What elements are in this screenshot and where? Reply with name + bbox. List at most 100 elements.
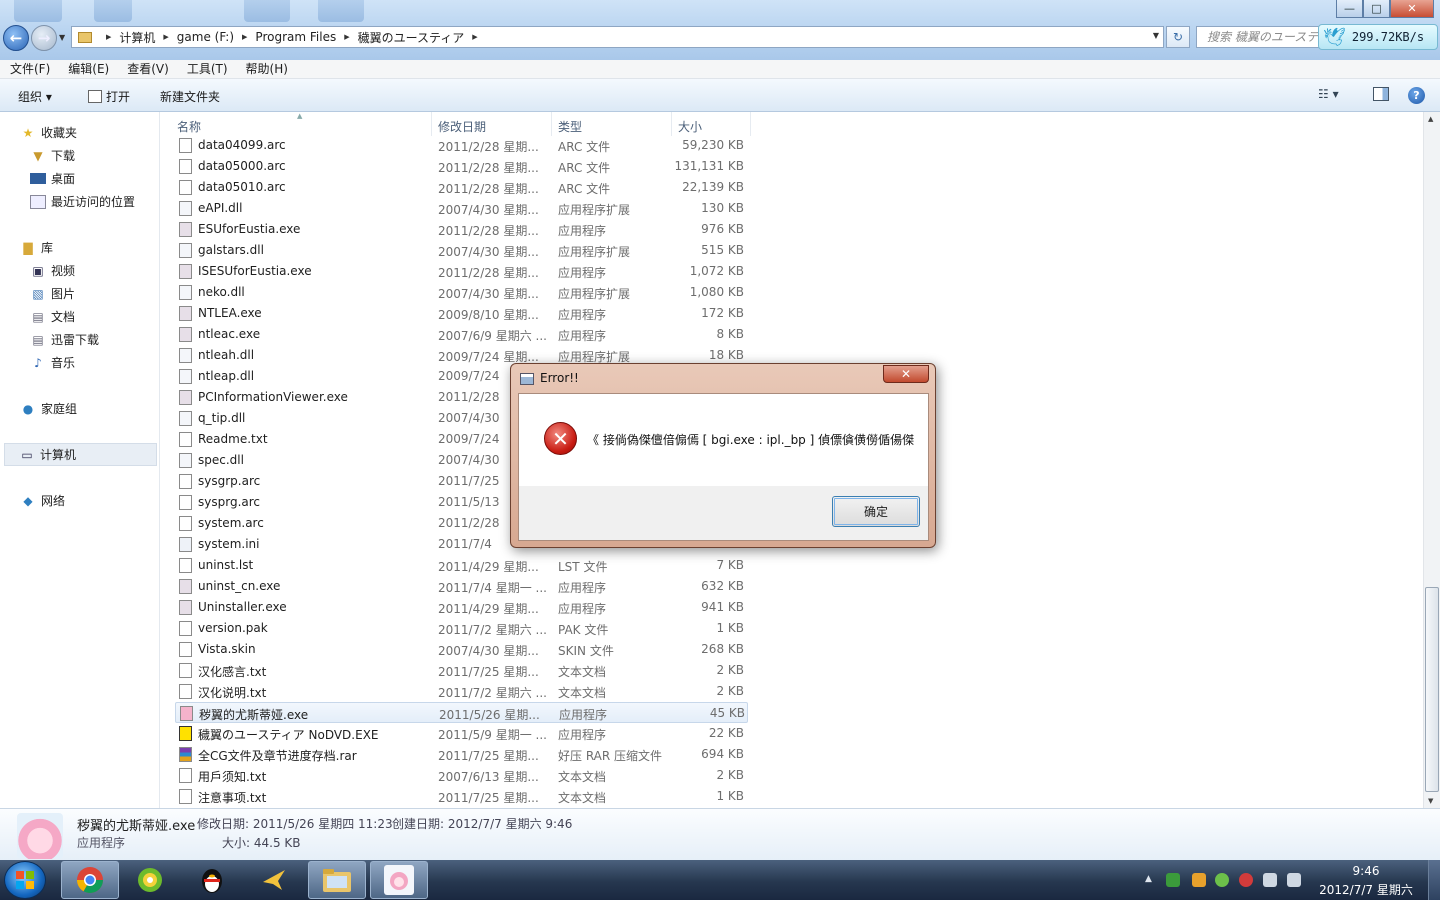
file-row[interactable]: ESUforEustia.exe 2011/2/28 星期... 应用程序 976 K… [175, 219, 748, 240]
column-header-date[interactable]: 修改日期 [438, 118, 486, 135]
scroll-down-icon[interactable]: ▼ [1428, 797, 1433, 805]
help-button[interactable]: ? [1408, 87, 1425, 104]
preview-pane-icon[interactable] [1373, 87, 1389, 101]
menu-view[interactable]: 查看(V) [117, 60, 177, 78]
column-divider[interactable] [750, 112, 751, 136]
recent-pages-dropdown[interactable]: ▼ [59, 33, 65, 42]
chevron-right-icon[interactable]: ▶ [242, 33, 247, 41]
nav-recent[interactable]: 最近访问的位置 [30, 193, 135, 210]
minimize-button[interactable]: — [1336, 0, 1363, 18]
nav-computer[interactable]: ▭ 计算机 [4, 443, 157, 466]
column-header-type[interactable]: 类型 [558, 118, 582, 135]
file-row[interactable]: uninst_cn.exe 2011/7/4 星期一 ... 应用程序 632 KB [175, 576, 748, 597]
vertical-scrollbar[interactable]: ▲ ▼ [1423, 112, 1440, 808]
security-shield-icon[interactable] [1166, 873, 1180, 887]
close-button[interactable]: ✕ [1390, 0, 1434, 18]
taskbar-bird-app[interactable] [245, 861, 303, 899]
taskbar-game[interactable] [370, 861, 428, 899]
tray-expand-icon[interactable]: ▲ [1145, 874, 1152, 884]
nav-label: 音乐 [51, 356, 76, 370]
address-bar[interactable]: ▶ 计算机 ▶ game (F:) ▶ Program Files ▶ 穢翼のユ… [71, 26, 1164, 48]
refresh-button[interactable]: ↻ [1166, 26, 1190, 48]
address-dropdown-icon[interactable]: ▼ [1153, 31, 1159, 40]
file-row[interactable]: 汉化感言.txt 2011/7/25 星期... 文本文档 2 KB [175, 660, 748, 681]
menu-tools[interactable]: 工具(T) [177, 60, 236, 78]
breadcrumb-game-folder[interactable]: 穢翼のユースティア [358, 29, 465, 46]
file-name: system.arc [198, 516, 264, 530]
antivirus-tray-icon[interactable] [1239, 873, 1253, 887]
file-row[interactable]: 注意事项.txt 2011/7/25 星期... 文本文档 1 KB [175, 786, 748, 807]
volume-muted-icon[interactable] [1287, 873, 1301, 887]
breadcrumb-drive[interactable]: game (F:) [177, 30, 234, 44]
file-row[interactable]: data05000.arc 2011/2/28 星期... ARC 文件 131,13… [175, 156, 748, 177]
file-row[interactable]: Uninstaller.exe 2011/4/29 星期... 应用程序 941 KB [175, 597, 748, 618]
nav-music[interactable]: ♪ 音乐 [30, 354, 75, 371]
nav-downloads[interactable]: ▼ 下载 [30, 147, 75, 164]
qq-tray-icon[interactable] [1192, 873, 1206, 887]
nav-homegroup[interactable]: ● 家庭组 [20, 400, 77, 417]
file-row[interactable]: ISESUforEustia.exe 2011/2/28 星期... 应用程序 1,0… [175, 261, 748, 282]
taskbar-360-browser[interactable] [121, 861, 179, 899]
taskbar-explorer[interactable] [308, 861, 366, 899]
file-row[interactable]: version.pak 2011/7/2 星期六 ... PAK 文件 1 KB [175, 618, 748, 639]
file-row[interactable]: 秽翼的尤斯蒂娅.exe 2011/5/26 星期... 应用程序 45 KB [175, 702, 748, 723]
breadcrumb-computer[interactable]: 计算机 [119, 29, 155, 46]
column-divider[interactable] [431, 112, 432, 136]
file-row[interactable]: NTLEA.exe 2009/8/10 星期... 应用程序 172 KB [175, 303, 748, 324]
scrollbar-thumb[interactable] [1425, 587, 1439, 792]
change-view-button[interactable]: ☷ ▾ [1318, 87, 1339, 101]
organize-button[interactable]: 组织 ▾ [18, 88, 52, 105]
network-tray-icon[interactable] [1263, 873, 1277, 887]
maximize-button[interactable]: □ [1363, 0, 1390, 18]
breadcrumb-program-files[interactable]: Program Files [255, 30, 336, 44]
file-row[interactable]: data05010.arc 2011/2/28 星期... ARC 文件 22,139… [175, 177, 748, 198]
update-tray-icon[interactable] [1215, 873, 1229, 887]
clock-time[interactable]: 9:46 [1316, 864, 1416, 878]
file-row[interactable]: 汉化说明.txt 2011/7/2 星期六 ... 文本文档 2 KB [175, 681, 748, 702]
file-row[interactable]: ntleac.exe 2007/6/9 星期六 ... 应用程序 8 KB [175, 324, 748, 345]
nav-desktop[interactable]: 桌面 [30, 170, 75, 187]
file-row[interactable]: Vista.skin 2007/4/30 星期... SKIN 文件 268 KB [175, 639, 748, 660]
network-speed-widget[interactable]: 🕊 299.72KB/s [1318, 24, 1438, 50]
back-button[interactable]: ← [3, 25, 29, 51]
column-header-name[interactable]: 名称 [177, 118, 201, 135]
forward-button[interactable]: → [31, 25, 57, 51]
chevron-right-icon[interactable]: ▶ [344, 33, 349, 41]
nav-libraries[interactable]: ▇ 库 [20, 239, 53, 256]
start-button[interactable] [4, 861, 46, 899]
chevron-right-icon[interactable]: ▶ [472, 33, 477, 41]
show-desktop-button[interactable] [1428, 860, 1440, 900]
menu-file[interactable]: 文件(F) [0, 60, 58, 78]
chevron-right-icon[interactable]: ▶ [106, 33, 111, 41]
scroll-up-icon[interactable]: ▲ [1428, 115, 1433, 123]
nav-favorites[interactable]: ★ 收藏夹 [20, 124, 77, 141]
column-divider[interactable] [551, 112, 552, 136]
file-row[interactable]: 穢翼のユースティア NoDVD.EXE 2011/5/9 星期一 ... 应用程序 2… [175, 723, 748, 744]
file-row[interactable]: galstars.dll 2007/4/30 星期... 应用程序扩展 515 KB [175, 240, 748, 261]
open-button[interactable]: 打开 [88, 88, 130, 105]
column-divider[interactable] [671, 112, 672, 136]
file-row[interactable]: 全CG文件及章节进度存档.rar 2011/7/25 星期... 好压 RAR 压缩… [175, 744, 748, 765]
file-name: eAPI.dll [198, 201, 243, 215]
file-row[interactable]: 用戶须知.txt 2007/6/13 星期... 文本文档 2 KB [175, 765, 748, 786]
file-row[interactable]: neko.dll 2007/4/30 星期... 应用程序扩展 1,080 KB [175, 282, 748, 303]
file-date: 2007/4/30 [438, 411, 500, 425]
menu-edit[interactable]: 编辑(E) [58, 60, 117, 78]
file-row[interactable]: data04099.arc 2011/2/28 星期... ARC 文件 59,230… [175, 135, 748, 156]
taskbar-chrome[interactable] [61, 861, 119, 899]
menu-help[interactable]: 帮助(H) [236, 60, 296, 78]
nav-pictures[interactable]: ▧ 图片 [30, 285, 75, 302]
nav-thunder[interactable]: ▤ 迅雷下载 [30, 331, 99, 348]
ok-button[interactable]: 确定 [832, 496, 920, 527]
clock-date[interactable]: 2012/7/7 星期六 [1316, 881, 1416, 898]
nav-videos[interactable]: ▣ 视频 [30, 262, 75, 279]
nav-documents[interactable]: ▤ 文档 [30, 308, 75, 325]
file-row[interactable]: eAPI.dll 2007/4/30 星期... 应用程序扩展 130 KB [175, 198, 748, 219]
nav-network[interactable]: ◆ 网络 [20, 492, 65, 509]
dialog-close-button[interactable]: ✕ [883, 365, 929, 383]
column-header-size[interactable]: 大小 [678, 118, 702, 135]
taskbar-qq[interactable] [183, 861, 241, 899]
chevron-right-icon[interactable]: ▶ [163, 33, 168, 41]
new-folder-button[interactable]: 新建文件夹 [160, 88, 220, 105]
file-row[interactable]: uninst.lst 2011/4/29 星期... LST 文件 7 KB [175, 555, 748, 576]
